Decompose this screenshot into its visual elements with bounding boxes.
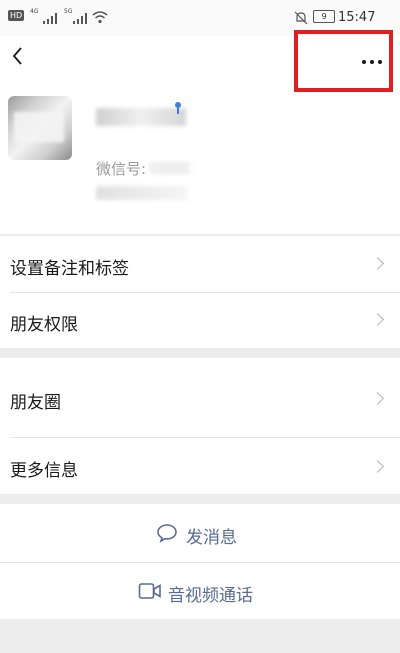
gender-icon [172,100,184,119]
video-call-button[interactable]: 音视频通话 [0,563,400,619]
wifi-icon [92,9,108,28]
wechat-id-value-blurred [150,162,190,174]
menu-item-moments[interactable]: 朋友圈 [0,358,400,437]
status-time: 15:47 [338,10,376,25]
send-message-label: 发消息 [186,528,237,548]
region-blurred [96,186,188,200]
send-message-button[interactable]: 发消息 [0,504,400,562]
highlight-box [294,30,393,92]
chevron-right-icon [371,257,384,270]
wechat-id-label: 微信号: [96,160,147,178]
hd-badge: HD [8,10,25,21]
chevron-left-icon [12,47,22,65]
menu-item-more-info[interactable]: 更多信息 [0,438,400,494]
network-label-1: 4G [30,8,39,15]
menu-group-2: 朋友圈 更多信息 [0,358,400,494]
menu-group-1: 设置备注和标签 朋友权限 [0,236,400,348]
menu-item-label: 更多信息 [10,461,78,481]
signal-icon-2 [72,10,88,29]
battery-icon: 9 [313,10,335,23]
chevron-right-icon [371,392,384,405]
menu-item-friend-permissions[interactable]: 朋友权限 [0,293,400,348]
menu-item-remark-tags[interactable]: 设置备注和标签 [0,236,400,292]
chevron-right-icon [371,313,384,326]
back-button[interactable] [6,44,30,68]
mute-bell-icon [294,10,308,29]
menu-item-label: 设置备注和标签 [10,259,129,279]
chat-bubble-icon [156,523,178,547]
chevron-right-icon [371,460,384,473]
menu-item-label: 朋友权限 [10,315,78,335]
signal-icon-1 [42,10,58,29]
battery-level: 9 [321,12,327,21]
video-camera-icon [138,582,162,604]
menu-item-label: 朋友圈 [10,393,61,413]
profile-card: 微信号: [0,30,400,234]
video-call-label: 音视频通话 [168,586,253,606]
